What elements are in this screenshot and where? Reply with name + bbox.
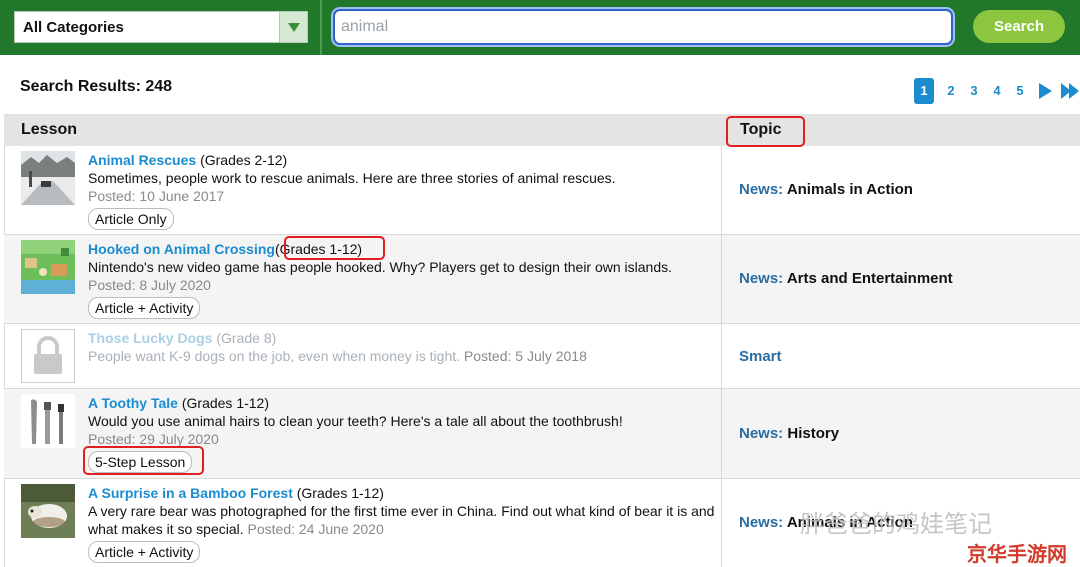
- lesson-description: Sometimes, people work to rescue animals…: [88, 170, 616, 186]
- next-page-icon[interactable]: [1039, 83, 1052, 99]
- lesson-title-link[interactable]: A Toothy Tale: [88, 395, 178, 411]
- highlight-box-topic: [726, 116, 805, 147]
- page-3-link[interactable]: 3: [967, 78, 981, 104]
- table-row: Hooked on Animal Crossing(Grades 1-12) N…: [4, 235, 1080, 324]
- lesson-topic[interactable]: Smart: [739, 348, 782, 365]
- lesson-grades: (Grades 2-12): [200, 152, 288, 168]
- table-column-divider: [721, 146, 722, 567]
- lesson-thumbnail[interactable]: [21, 151, 75, 205]
- lock-icon: [21, 329, 75, 383]
- lesson-topic[interactable]: News: Arts and Entertainment: [739, 270, 953, 287]
- topic-name: History: [787, 425, 840, 442]
- lesson-grades: (Grades 1-12): [181, 395, 270, 411]
- lesson-title-link[interactable]: A Surprise in a Bamboo Forest: [88, 485, 293, 501]
- lesson-thumbnail[interactable]: [21, 394, 75, 448]
- lesson-type-badge: Article Only: [88, 208, 174, 230]
- lesson-title-link[interactable]: Animal Rescues: [88, 152, 196, 168]
- lesson-grades: (Grades 1-12): [296, 485, 384, 501]
- page-1-link[interactable]: 1: [914, 78, 934, 104]
- highlight-box-lesson-type: [83, 446, 204, 475]
- lesson-title-link[interactable]: Hooked on Animal Crossing: [88, 241, 275, 257]
- lesson-info: Animal Rescues (Grades 2-12) Sometimes, …: [88, 151, 718, 230]
- lesson-topic[interactable]: News: Animals in Action: [739, 181, 913, 198]
- lesson-description: People want K-9 dogs on the job, even wh…: [88, 348, 461, 364]
- topic-category: News:: [739, 425, 784, 442]
- topic-name: Animals in Action: [786, 181, 913, 198]
- lesson-description: Nintendo's new video game has people hoo…: [88, 259, 673, 275]
- lesson-thumbnail[interactable]: [21, 484, 75, 538]
- lesson-info: Those Lucky Dogs (Grade 8) People want K…: [88, 329, 718, 365]
- last-page-icon[interactable]: [1061, 83, 1080, 99]
- topic-category: Smart: [739, 348, 782, 365]
- table-row: Animal Rescues (Grades 2-12) Sometimes, …: [4, 146, 1080, 235]
- lesson-info: A Surprise in a Bamboo Forest (Grades 1-…: [88, 484, 718, 563]
- category-select-value: All Categories: [23, 19, 124, 36]
- results-table-header: Lesson Topic: [4, 114, 1080, 146]
- lesson-type-badge: Article + Activity: [88, 541, 201, 563]
- lesson-grades: (Grade 8): [216, 330, 277, 346]
- search-button[interactable]: Search: [973, 10, 1065, 43]
- chevron-down-icon[interactable]: [279, 12, 307, 42]
- search-input[interactable]: [333, 9, 953, 45]
- topic-category: News:: [739, 514, 784, 531]
- page-4-link[interactable]: 4: [990, 78, 1004, 104]
- lesson-posted-date: Posted: 5 July 2018: [463, 348, 587, 364]
- lesson-title-link[interactable]: Those Lucky Dogs: [88, 330, 212, 346]
- lesson-description: A very rare bear was photographed for th…: [88, 503, 715, 537]
- topic-category: News:: [739, 181, 784, 198]
- lesson-type-badge: Article + Activity: [88, 297, 201, 319]
- column-header-lesson: Lesson: [21, 121, 78, 138]
- lesson-thumbnail[interactable]: [21, 240, 75, 294]
- category-select[interactable]: All Categories: [14, 11, 308, 43]
- highlight-box-grades: [284, 236, 385, 260]
- table-row: Those Lucky Dogs (Grade 8) People want K…: [4, 324, 1080, 389]
- lesson-description: Would you use animal hairs to clean your…: [88, 413, 623, 429]
- lesson-posted-date: Posted: 24 June 2020: [247, 521, 384, 537]
- lesson-posted-date: Posted: 10 June 2017: [88, 188, 225, 204]
- lesson-posted-date: Posted: 8 July 2020: [88, 277, 211, 293]
- watermark-logo: 京华手游网: [967, 542, 1067, 566]
- page-2-link[interactable]: 2: [944, 78, 958, 104]
- lesson-info: Hooked on Animal Crossing(Grades 1-12) N…: [88, 240, 718, 319]
- search-results-count: Search Results: 248: [20, 78, 173, 95]
- topic-name: Arts and Entertainment: [786, 270, 953, 287]
- lesson-topic[interactable]: News: History: [739, 425, 839, 442]
- watermark-text: 胖爸爸的鸡娃笔记: [800, 510, 992, 538]
- topic-category: News:: [739, 270, 784, 287]
- page-5-link[interactable]: 5: [1013, 78, 1027, 104]
